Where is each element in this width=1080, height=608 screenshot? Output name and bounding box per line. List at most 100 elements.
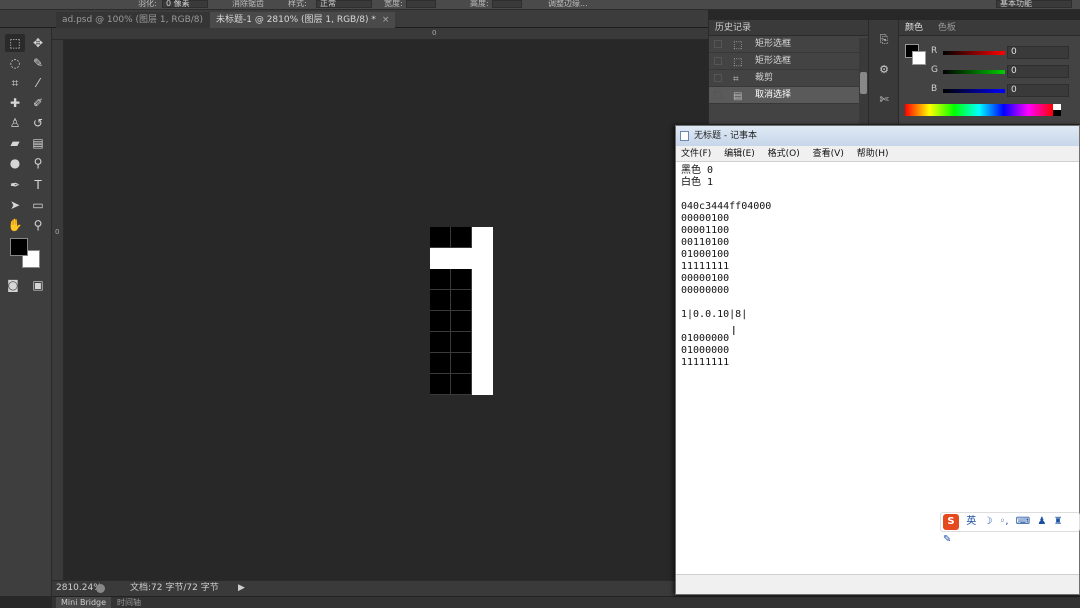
pixel-cell[interactable] [451, 332, 472, 353]
pen-tool-icon[interactable]: ✒ [5, 176, 25, 194]
dodge-tool-icon[interactable]: ⚲ [28, 154, 48, 172]
play-arrow-icon[interactable]: ▶ [238, 581, 245, 596]
pixel-cell[interactable] [430, 374, 451, 395]
menu-help[interactable]: 帮助(H) [852, 149, 894, 159]
red-slider[interactable] [943, 51, 1005, 55]
history-checkbox[interactable] [714, 91, 722, 99]
crop-tool-icon[interactable]: ⌗ [5, 74, 25, 92]
tab-color[interactable]: 颜色 [899, 23, 929, 33]
menu-edit[interactable]: 编辑(E) [719, 149, 760, 159]
pixel-cell[interactable] [472, 290, 493, 311]
move-tool-icon[interactable]: ✥ [28, 34, 48, 52]
wrench-icon[interactable]: ✎ [943, 534, 951, 545]
pixel-cell[interactable] [430, 353, 451, 374]
pixel-cell[interactable] [451, 269, 472, 290]
clone-stamp-icon[interactable]: ♙ [5, 114, 25, 132]
blue-slider[interactable] [943, 89, 1005, 93]
pixel-art-canvas[interactable] [430, 227, 493, 395]
menu-file[interactable]: 文件(F) [676, 149, 716, 159]
canvas-area[interactable] [64, 40, 708, 580]
close-icon[interactable]: × [382, 15, 390, 25]
notepad-title-bar[interactable]: 无标题 - 记事本 [676, 126, 1079, 146]
history-checkbox[interactable] [714, 57, 722, 65]
tool-presets-icon[interactable]: ✄ [875, 92, 893, 108]
skin-icon[interactable]: ♜ [1054, 516, 1063, 527]
healing-brush-icon[interactable]: ✚ [5, 94, 25, 112]
background-color-swatch[interactable] [912, 51, 926, 65]
status-icon[interactable] [96, 584, 105, 593]
brush-tool-icon[interactable]: ✐ [28, 94, 48, 112]
tab-mini-bridge[interactable]: Mini Bridge [56, 597, 112, 608]
history-checkbox[interactable] [714, 74, 722, 82]
screen-mode-icon[interactable]: ▣ [28, 276, 48, 294]
history-item[interactable]: ⬚ 矩形选框 [709, 36, 868, 53]
history-brush-icon[interactable]: ↺ [28, 114, 48, 132]
scroll-thumb[interactable] [860, 72, 867, 94]
pixel-cell[interactable] [451, 374, 472, 395]
pixel-cell[interactable] [472, 353, 493, 374]
refine-edge-button[interactable]: 调整边缘... [548, 0, 588, 9]
pixel-cell[interactable] [472, 227, 493, 248]
pixel-cell[interactable] [430, 290, 451, 311]
moon-icon[interactable]: ☽ [983, 516, 992, 527]
green-value-input[interactable]: 0 [1007, 65, 1069, 78]
tab-untitled-1[interactable]: 未标题-1 @ 2810% (图层 1, RGB/8) * × [210, 12, 396, 28]
pixel-cell[interactable] [472, 269, 493, 290]
pixel-cell[interactable] [451, 248, 472, 269]
pixel-cell[interactable] [430, 248, 451, 269]
history-panel-icon[interactable]: ⎘ [875, 32, 893, 48]
color-spectrum[interactable] [905, 104, 1053, 116]
ime-mode[interactable]: 英 [966, 516, 976, 527]
menu-format[interactable]: 格式(O) [763, 149, 805, 159]
pixel-cell[interactable] [472, 311, 493, 332]
pixel-cell[interactable] [430, 332, 451, 353]
lasso-tool-icon[interactable]: ◌ [5, 54, 25, 72]
eyedropper-tool-icon[interactable]: ⁄ [28, 74, 48, 92]
rect-marquee-tool-icon[interactable]: ⬚ [5, 34, 25, 52]
color-swatches[interactable] [10, 238, 42, 270]
pixel-cell[interactable] [451, 290, 472, 311]
zoom-tool-icon[interactable]: ⚲ [28, 216, 48, 234]
notepad-text-area[interactable]: 黑色 0 白色 1 040c3444ff04000 00000100 00001100… [681, 165, 1076, 369]
pixel-cell[interactable] [472, 248, 493, 269]
quick-mask-icon[interactable]: ◙ [3, 276, 23, 294]
type-tool-icon[interactable]: T [28, 176, 48, 194]
gradient-tool-icon[interactable]: ▤ [28, 134, 48, 152]
black-white-ramp[interactable] [1053, 104, 1061, 116]
antialias-checkbox[interactable]: 消除锯齿 [232, 0, 264, 9]
history-item[interactable]: ⬚ 矩形选框 [709, 53, 868, 70]
history-item[interactable]: ⌗ 裁剪 [709, 70, 868, 87]
pixel-cell[interactable] [472, 332, 493, 353]
green-slider[interactable] [943, 70, 1005, 74]
tab-ad-psd[interactable]: ad.psd @ 100% (图层 1, RGB/8)× [56, 12, 223, 28]
quick-select-tool-icon[interactable]: ✎ [28, 54, 48, 72]
history-item-active[interactable]: ▤ 取消选择 [709, 87, 868, 104]
workspace-select[interactable]: 基本功能 [996, 0, 1072, 8]
zoom-level[interactable]: 2810.24% [56, 581, 102, 596]
red-value-input[interactable]: 0 [1007, 46, 1069, 59]
pixel-cell[interactable] [451, 353, 472, 374]
keyboard-icon[interactable]: ⌨ [1016, 516, 1030, 527]
feather-input[interactable]: 0 像素 [162, 0, 208, 8]
blur-tool-icon[interactable]: ● [5, 154, 25, 172]
punctuation-icon[interactable]: ◦, [1000, 516, 1009, 527]
tab-swatches[interactable]: 色板 [932, 23, 962, 33]
foreground-color-swatch[interactable] [10, 238, 28, 256]
path-select-icon[interactable]: ➤ [5, 196, 25, 214]
eraser-tool-icon[interactable]: ▰ [5, 134, 25, 152]
ime-toolbar[interactable]: S 英 ☽ ◦, ⌨ ♟ ♜ ✎ [940, 512, 1080, 545]
pixel-cell[interactable] [472, 374, 493, 395]
user-icon[interactable]: ♟ [1037, 516, 1046, 527]
history-scrollbar[interactable] [859, 38, 868, 124]
menu-view[interactable]: 查看(V) [808, 149, 849, 159]
height-input[interactable] [492, 0, 522, 8]
width-input[interactable] [406, 0, 436, 8]
history-checkbox[interactable] [714, 40, 722, 48]
shape-tool-icon[interactable]: ▭ [28, 196, 48, 214]
pixel-cell[interactable] [430, 227, 451, 248]
style-select[interactable]: 正常 [316, 0, 372, 8]
hand-tool-icon[interactable]: ✋ [5, 216, 25, 234]
pixel-cell[interactable] [430, 311, 451, 332]
pixel-cell[interactable] [451, 311, 472, 332]
history-panel-title[interactable]: 历史记录 [709, 20, 868, 36]
